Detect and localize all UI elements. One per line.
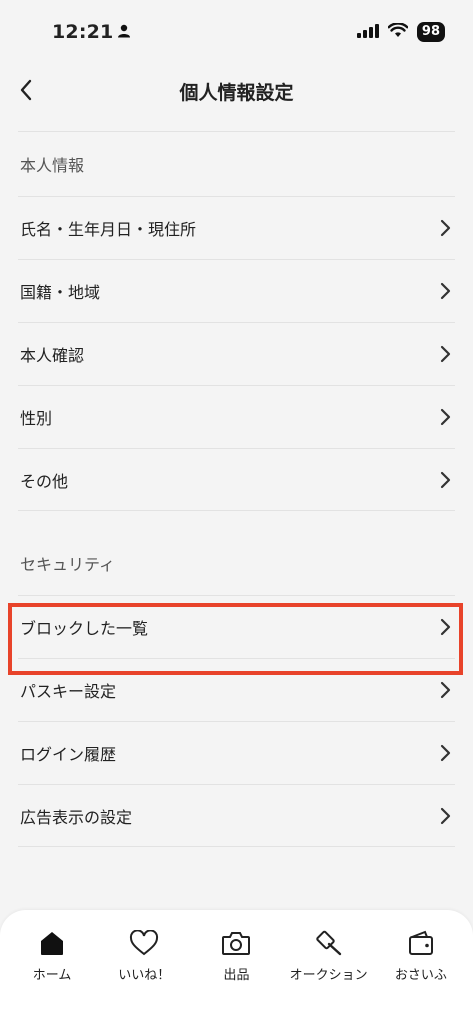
list-item-login-history[interactable]: ログイン履歴 (18, 721, 455, 784)
tab-wallet[interactable]: おさいふ (375, 928, 467, 1024)
list-item-name-birthdate-address[interactable]: 氏名・生年月日・現住所 (18, 196, 455, 259)
tab-label: 出品 (223, 968, 250, 983)
home-icon (38, 928, 66, 958)
list-item-label: 本人確認 (20, 346, 85, 365)
back-button[interactable] (10, 74, 42, 106)
wallet-icon (407, 928, 435, 958)
chevron-right-icon (440, 744, 451, 762)
gavel-icon (314, 928, 344, 958)
list-item-label: 氏名・生年月日・現住所 (20, 220, 197, 239)
tab-auction[interactable]: オークション (283, 928, 375, 1024)
list-item-passkey-settings[interactable]: パスキー設定 (18, 658, 455, 721)
list-item-blocked-list[interactable]: ブロックした一覧 (18, 595, 455, 658)
chevron-right-icon (440, 618, 451, 636)
camera-icon (221, 928, 251, 958)
nav-header: 個人情報設定 (0, 64, 473, 118)
chevron-left-icon (20, 79, 32, 101)
tab-label: ホーム (32, 968, 72, 983)
chevron-right-icon (440, 471, 451, 489)
list-item-gender[interactable]: 性別 (18, 385, 455, 448)
status-time: 12:21 (52, 21, 131, 43)
list-item-other[interactable]: その他 (18, 448, 455, 511)
signal-icon (356, 23, 379, 42)
tab-sell[interactable]: 出品 (190, 928, 282, 1024)
tab-home[interactable]: ホーム (6, 928, 98, 1024)
tab-label: おさいふ (394, 968, 447, 983)
tab-likes[interactable]: いいね！ (98, 928, 190, 1024)
chevron-right-icon (440, 345, 451, 363)
list-item-nationality-region[interactable]: 国籍・地域 (18, 259, 455, 322)
list-item-ad-display-settings[interactable]: 広告表示の設定 (18, 784, 455, 847)
wifi-icon (387, 21, 409, 42)
chevron-right-icon (440, 282, 451, 300)
list-item-label: ブロックした一覧 (20, 619, 149, 638)
list-item-label: 国籍・地域 (20, 283, 101, 302)
page-title: 個人情報設定 (179, 81, 294, 104)
section-title-security: セキュリティ (20, 555, 116, 574)
list-item-label: 性別 (20, 409, 53, 428)
battery-icon: 98 (416, 22, 445, 42)
chevron-right-icon (440, 807, 451, 825)
tab-label: いいね！ (118, 968, 171, 983)
tab-label: オークション (289, 968, 368, 983)
settings-list: 本人情報 氏名・生年月日・現住所 国籍・地域 本人確認 性別 その他 セキュリテ… (0, 118, 473, 847)
list-item-label: パスキー設定 (20, 682, 117, 701)
list-item-label: その他 (20, 471, 69, 491)
screen: 12:21 98 個人情報設定 本人情報 氏名・生年月日・現住所 国籍・地域 本… (0, 0, 473, 1024)
list-item-identity-verification[interactable]: 本人確認 (18, 322, 455, 385)
person-icon (117, 21, 131, 43)
bottom-tab-bar: ホーム いいね！ 出品 オークション おさいふ (0, 910, 473, 1024)
heart-icon (129, 928, 159, 958)
chevron-right-icon (440, 681, 451, 699)
status-indicators: 98 (356, 21, 445, 42)
status-bar: 12:21 98 (0, 0, 473, 64)
chevron-right-icon (440, 219, 451, 237)
time-text: 12:21 (52, 21, 114, 43)
battery-level: 98 (421, 24, 440, 39)
list-item-label: 広告表示の設定 (20, 807, 133, 827)
list-item-label: ログイン履歴 (20, 745, 117, 764)
section-title-personal-info: 本人情報 (20, 156, 85, 175)
divider (18, 118, 455, 132)
chevron-right-icon (440, 408, 451, 426)
